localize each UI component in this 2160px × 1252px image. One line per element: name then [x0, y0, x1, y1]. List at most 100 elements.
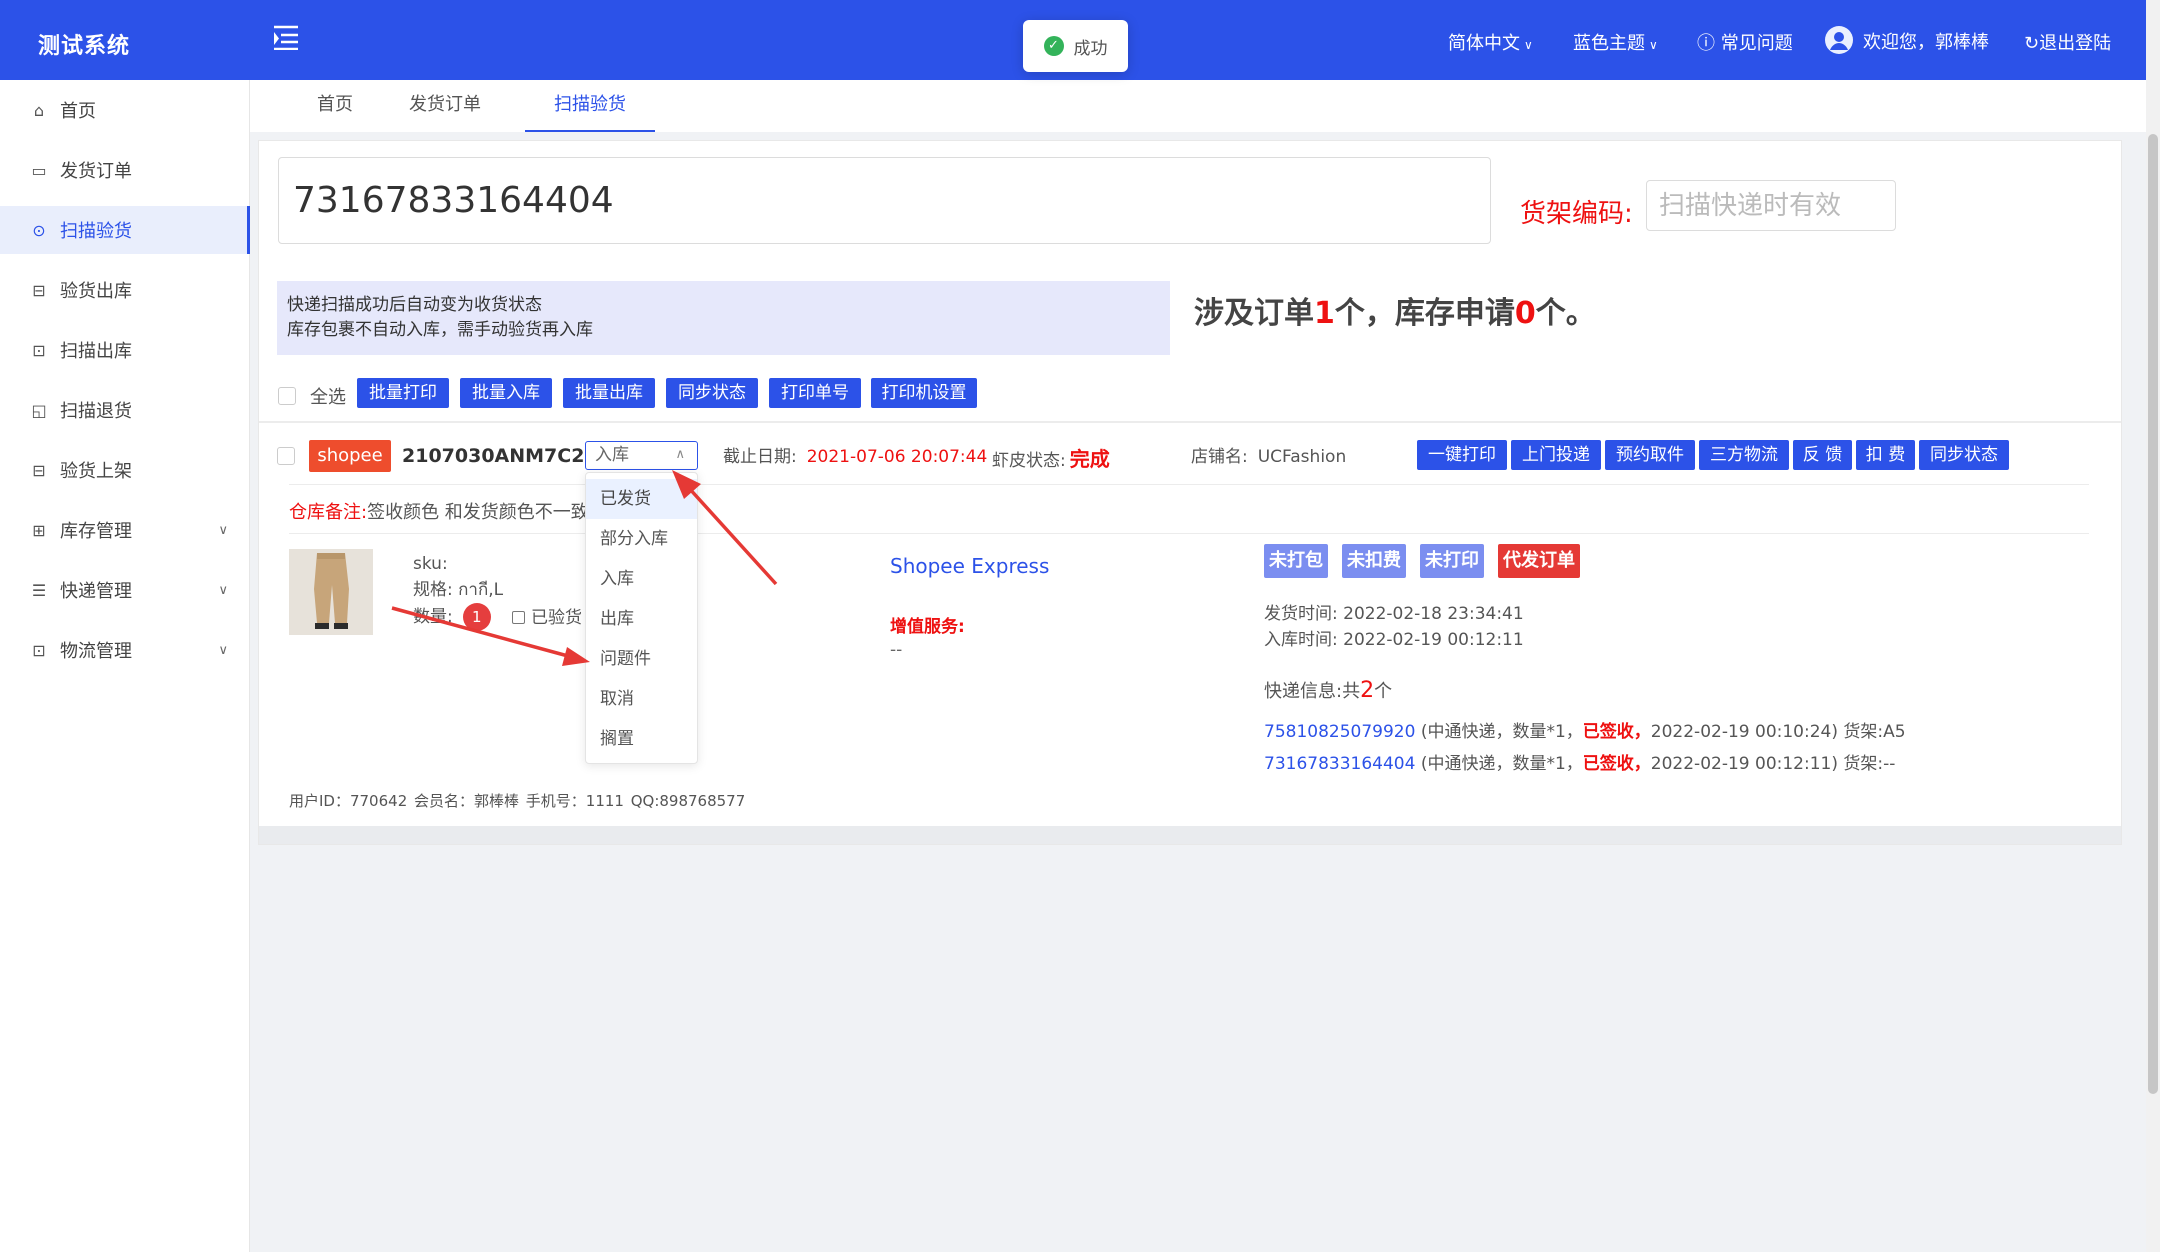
spec-row: 规格: กากี,L: [413, 577, 503, 603]
qty-badge: 1: [462, 603, 491, 631]
status-option-stock-out[interactable]: 出库: [586, 599, 697, 639]
logout-button[interactable]: ↻退出登陆: [2024, 29, 2111, 55]
qty-row: 数量: 1: [413, 603, 503, 631]
tag-dropship: 代发订单: [1498, 544, 1580, 578]
third-party-logistics-button[interactable]: 三方物流: [1699, 440, 1789, 470]
batch-stock-in-button[interactable]: 批量入库: [460, 378, 552, 408]
remark-value: 签收颜色 和发货颜色不一致: [367, 502, 589, 523]
print-tracking-button[interactable]: 打印单号: [769, 378, 861, 408]
tab-scan-inspect[interactable]: 扫描验货: [525, 80, 655, 132]
sidebar-item-label: 首页: [60, 101, 96, 122]
order-number: 2107030ANM7C27: [402, 445, 598, 467]
sidebar-item-express[interactable]: ☰ 快递管理 ∨: [0, 566, 250, 614]
inspected-label: 已验货: [531, 608, 582, 628]
spec-value: กากี,L: [458, 580, 504, 600]
tracking-link[interactable]: 75810825079920: [1264, 722, 1415, 742]
order-checkbox[interactable]: [277, 447, 295, 465]
sync-status-button[interactable]: 同步状态: [666, 378, 758, 408]
sidebar-item-scan-inspect[interactable]: ⊙ 扫描验货: [0, 206, 250, 254]
user-info: 用户ID：770642 会员名：郭棒棒 手机号：1111 QQ:89876857…: [289, 792, 746, 810]
status-option-hold[interactable]: 搁置: [586, 719, 697, 759]
shop-name: 店铺名: UCFashion: [1191, 442, 1346, 467]
shop-label: 店铺名:: [1191, 447, 1248, 467]
truck-icon: ⊡: [32, 340, 46, 360]
truck-icon: ⊡: [32, 640, 46, 660]
deadline: 截止日期: 2021-07-06 20:07:44: [723, 442, 987, 467]
shelf-code-input[interactable]: [1646, 180, 1896, 231]
sidebar-item-inspect-out[interactable]: ⊟ 验货出库: [0, 266, 250, 314]
status-select-value: 入库: [595, 445, 629, 465]
tab-orders[interactable]: 发货订单: [400, 80, 490, 132]
sidebar-item-shelve[interactable]: ⊟ 验货上架: [0, 446, 250, 494]
logout-label: 退出登陆: [2039, 33, 2112, 54]
pickup-appointment-button[interactable]: 预约取件: [1605, 440, 1695, 470]
status-option-stock-in[interactable]: 入库: [586, 559, 697, 599]
grid-icon: ⊞: [32, 520, 46, 540]
check-circle-icon: ✓: [1043, 36, 1064, 56]
sidebar-item-scan-out[interactable]: ⊡ 扫描出库: [0, 326, 250, 374]
list-icon: ☰: [31, 580, 47, 600]
menu-toggle-icon[interactable]: [272, 24, 302, 51]
avatar: [1825, 26, 1853, 54]
notice-line: 库存包裹不自动入库，需手动验货再入库: [287, 320, 593, 340]
one-click-print-button[interactable]: 一键打印: [1417, 440, 1507, 470]
ship-time-row: 发货时间: 2022-02-18 23:34:41: [1264, 601, 1524, 627]
order-count: 1: [1314, 296, 1335, 331]
sidebar-item-home[interactable]: ⌂ 首页: [0, 86, 250, 134]
printer-settings-button[interactable]: 打印机设置: [871, 378, 977, 408]
welcome-text: 欢迎您，郭棒棒: [1863, 32, 1989, 53]
status-option-partial-in[interactable]: 部分入库: [586, 519, 697, 559]
language-dropdown[interactable]: 简体中文 ∨: [1448, 29, 1533, 55]
faq-label: 常见问题: [1720, 33, 1793, 54]
sidebar-item-inventory[interactable]: ⊞ 库存管理 ∨: [0, 506, 250, 554]
sidebar-item-label: 发货订单: [60, 161, 132, 182]
select-all[interactable]: 全选: [278, 383, 346, 409]
remark-label: 仓库备注:: [289, 502, 368, 523]
summary-middle: 个，库存申请: [1334, 296, 1515, 331]
tab-home[interactable]: 首页: [300, 80, 370, 132]
sidebar-item-label: 库存管理: [60, 521, 132, 542]
sidebar-item-label: 扫描验货: [60, 221, 132, 242]
sidebar-item-orders[interactable]: ▭ 发货订单: [0, 146, 250, 194]
scrollbar-thumb[interactable]: [2148, 134, 2158, 1094]
value-added-value: --: [890, 640, 903, 660]
theme-dropdown[interactable]: 蓝色主题 ∨: [1573, 29, 1658, 55]
status-select[interactable]: 入库 ∧: [585, 441, 698, 470]
express-time-shelf: 2022-02-19 00:12:11) 货架:--: [1650, 754, 1896, 774]
express-label: 快递信息:: [1264, 681, 1343, 702]
express-count: 2: [1360, 678, 1375, 703]
batch-print-button[interactable]: 批量打印: [357, 378, 449, 408]
order-sync-status-button[interactable]: 同步状态: [1919, 440, 2009, 470]
express-total-prefix: 共: [1342, 681, 1361, 702]
sidebar-item-label: 验货出库: [60, 281, 132, 302]
tracking-link[interactable]: 73167833164404: [1264, 754, 1415, 774]
status-option-shipped[interactable]: 已发货: [586, 479, 697, 519]
request-count: 0: [1514, 296, 1536, 331]
sidebar-item-scan-return[interactable]: ◱ 扫描退货: [0, 386, 250, 434]
help-icon: ⓘ: [1697, 33, 1715, 54]
chevron-up-icon: ∧: [675, 447, 685, 462]
tracking-scan-input[interactable]: [278, 157, 1491, 244]
product-image: [289, 549, 373, 635]
carrier-name: Shopee Express: [890, 554, 1050, 578]
faq-link[interactable]: ⓘ 常见问题: [1697, 29, 1793, 55]
shopee-status-label: 虾皮状态:: [992, 451, 1066, 471]
bag-icon: ▭: [31, 160, 47, 180]
feedback-button[interactable]: 反 馈: [1793, 440, 1852, 470]
inspected-checkbox-box[interactable]: [512, 611, 525, 624]
select-all-checkbox[interactable]: [278, 387, 296, 405]
status-option-cancel[interactable]: 取消: [586, 679, 697, 719]
scan-frame-icon: ⊟: [32, 280, 46, 300]
select-all-label: 全选: [310, 387, 346, 408]
platform-badge: shopee: [309, 440, 391, 472]
charge-button[interactable]: 扣 费: [1856, 440, 1915, 470]
status-option-problem[interactable]: 问题件: [586, 639, 697, 679]
signed-status: 已签收，: [1582, 722, 1651, 742]
batch-stock-out-button[interactable]: 批量出库: [563, 378, 655, 408]
tag-uncharged: 未扣费: [1342, 544, 1406, 578]
user-menu[interactable]: 欢迎您，郭棒棒: [1825, 26, 1989, 57]
sidebar-item-logistics[interactable]: ⊡ 物流管理 ∨: [0, 626, 250, 674]
door-delivery-button[interactable]: 上门投递: [1511, 440, 1601, 470]
inspected-checkbox[interactable]: 已验货: [512, 603, 582, 628]
notice-line: 快递扫描成功后自动变为收货状态: [287, 295, 542, 315]
